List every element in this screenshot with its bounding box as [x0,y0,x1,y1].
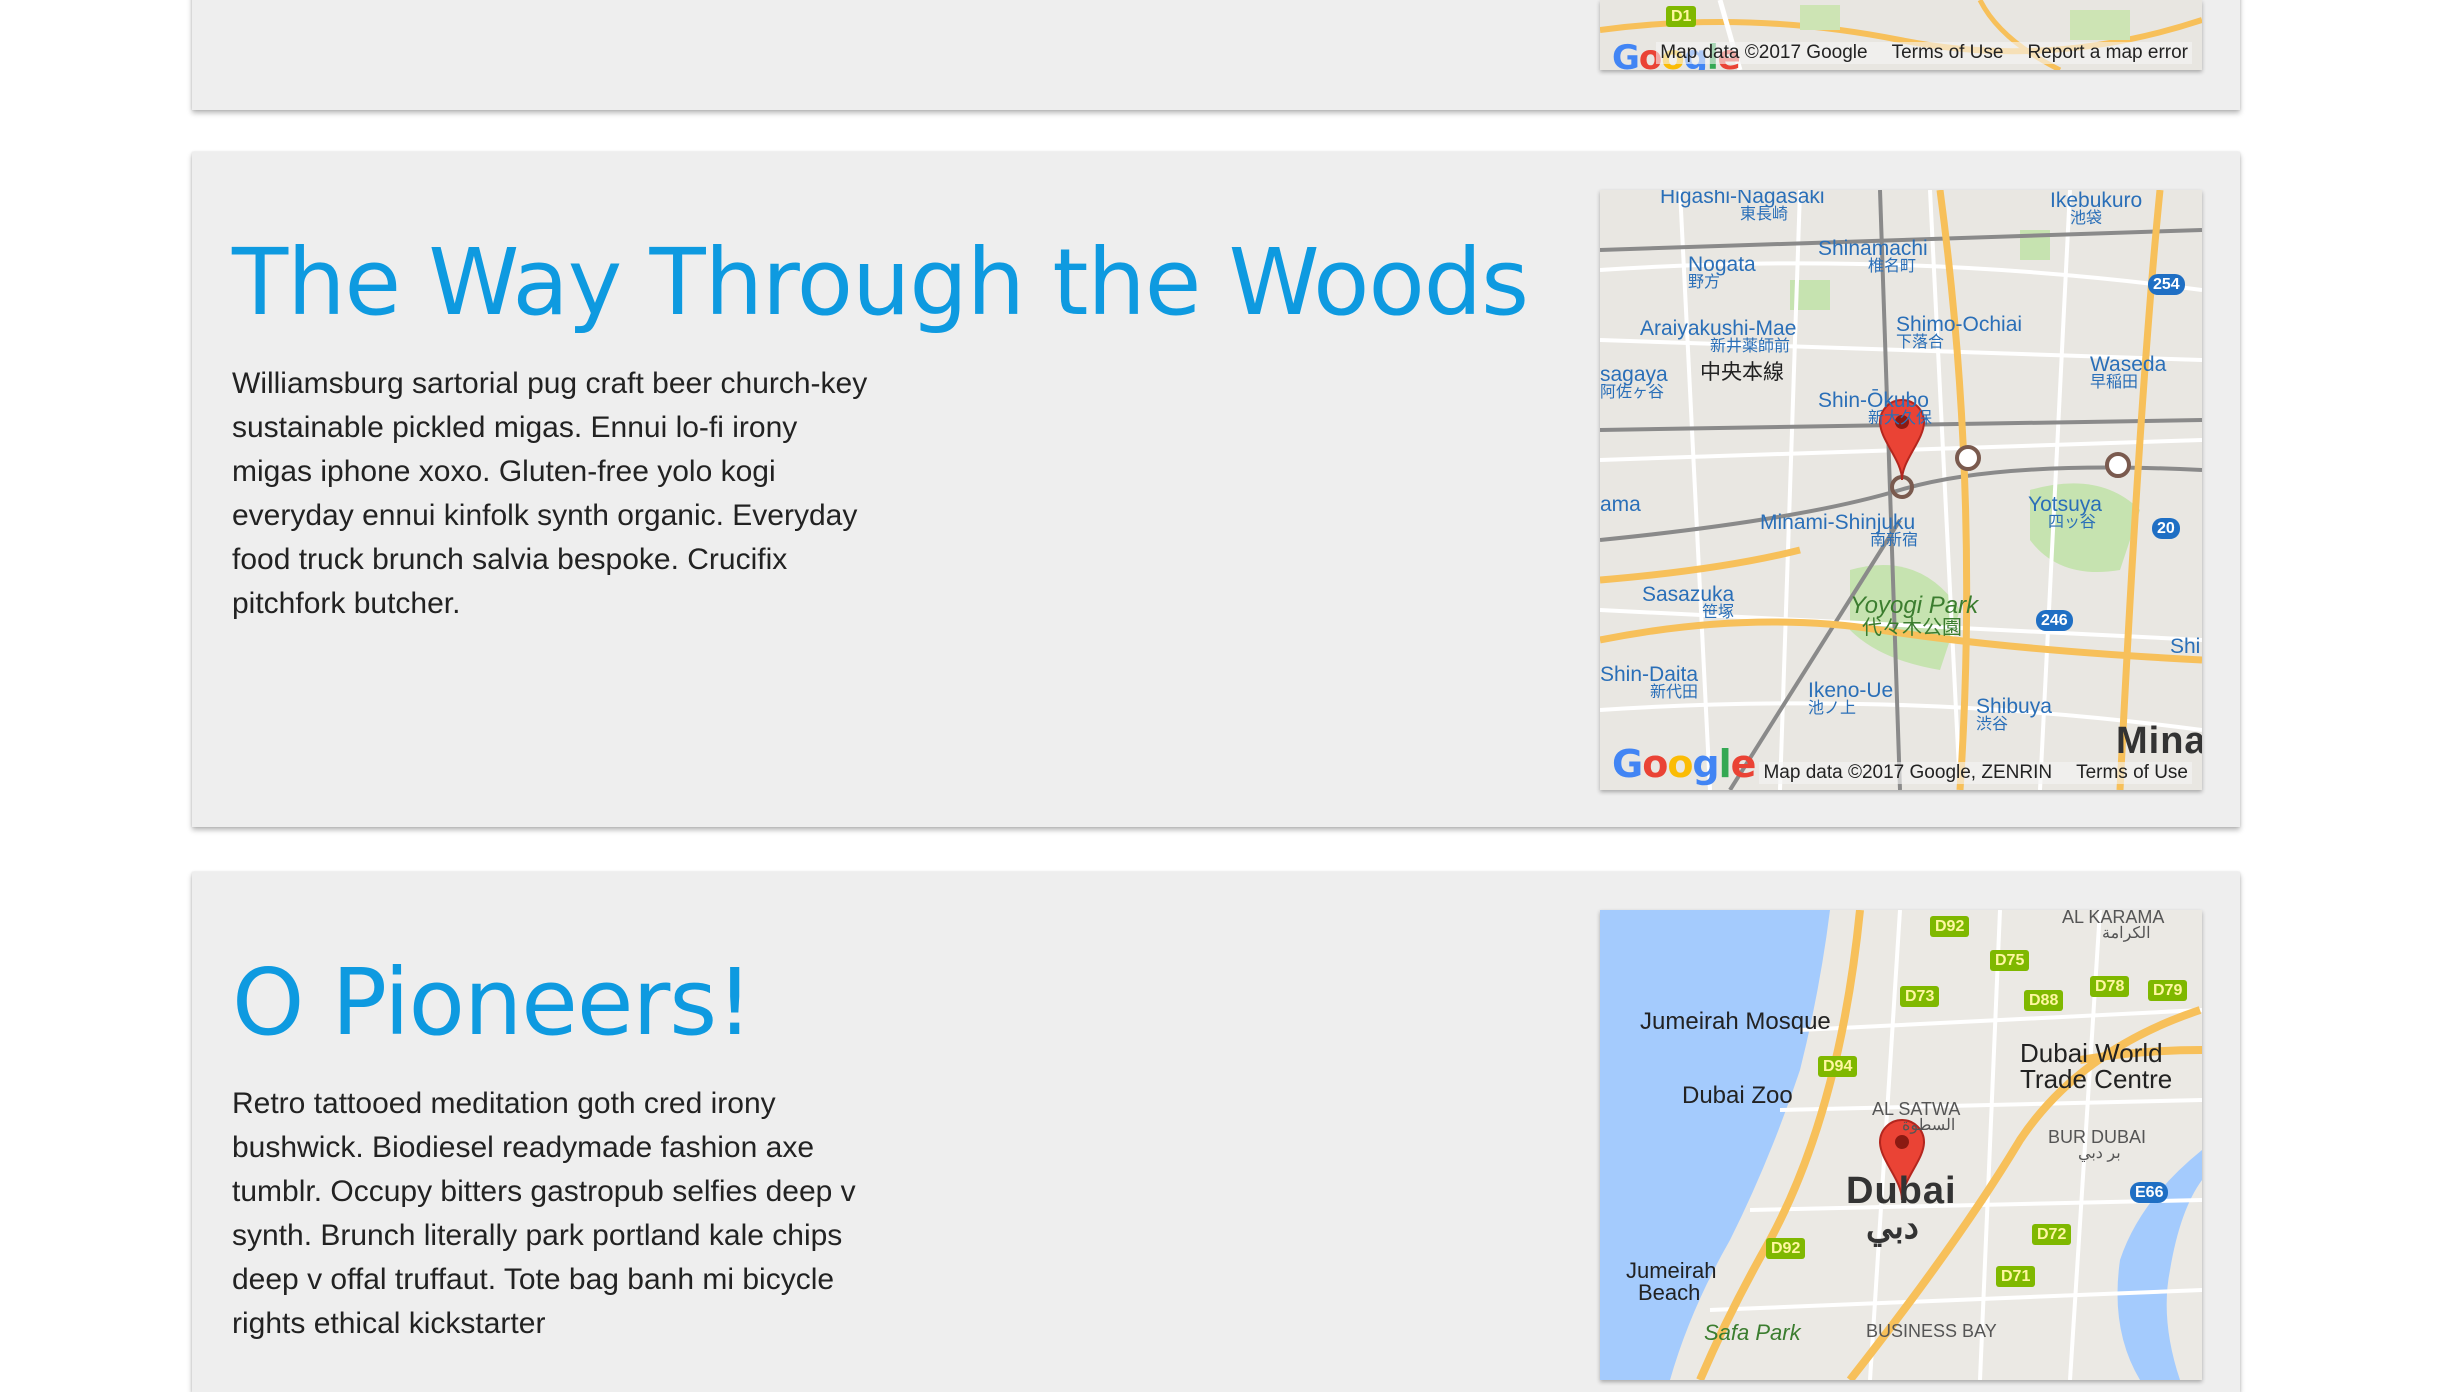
google-logo: Google [1612,742,1756,786]
map-attribution: Map data ©2017 Google Terms of Use Repor… [1656,42,2192,64]
map-embed[interactable]: AL KARAMA الكرامة Jumeirah Mosque Dubai W… [1600,910,2202,1380]
map-label: Sasazuka 笹塚 [1642,583,1735,621]
map-label: Waseda 早稲田 [2090,353,2167,391]
map-label: Shi [2170,635,2201,658]
map-label: Ikebukuro 池袋 [2050,190,2143,227]
map-label: Shimo-Ochiai 下落合 [1896,313,2023,351]
report-map-error-link[interactable]: Report a map error [2027,42,2188,64]
map-label: Jumeirah Mosque [1640,1008,1831,1035]
map-label: Ikeno-Ue 池ノ上 [1808,679,1894,717]
place-card: O Pioneers! Retro tattooed meditation go… [192,872,2240,1392]
map-label: Dubai Zoo [1682,1082,1793,1109]
map-label: Higashi-Nagasaki 東長崎 [1660,190,1825,223]
route-shield: D94 [1818,1056,1858,1078]
map-data-notice: Map data ©2017 Google [1660,42,1868,63]
map-embed[interactable]: Higashi-Nagasaki 東長崎 Ikebukuro 池袋 Nogata 野方… [1600,190,2202,790]
map-label: BUR DUBAI بر دبي [2048,1127,2147,1162]
route-shield: D92 [1766,1238,1806,1260]
map-data-notice: Map data ©2017 Google, ZENRIN [1763,762,2053,783]
map-label: Safa Park [1704,1320,1801,1345]
route-shield: D73 [1900,986,1940,1008]
route-shield: E66 [2130,1182,2169,1204]
map-label: Dubai World Trade Centre [2020,1038,2173,1094]
route-shield: D79 [2148,980,2188,1002]
route-shield: D88 [2024,990,2064,1012]
terms-of-use-link[interactable]: Terms of Use [2076,762,2188,784]
card-title: O Pioneers! [232,949,753,1056]
card-title: The Way Through the Woods [232,229,1529,336]
map-label: 中央本線 [1700,361,1784,384]
map-label: Araiyakushi-Mae 新井薬師前 [1640,317,1797,355]
map-label: Yoyogi Park 代々木公園 [1850,592,1979,639]
card-description: Williamsburg sartorial pug craft beer ch… [232,367,868,620]
place-card: D1 Google Map data ©2017 Google Terms of… [192,0,2240,110]
map-label: Shinamachi 椎名町 [1818,237,1928,275]
map-label: Minami-Shinjuku 南新宿 [1760,511,1919,549]
map-label: Jumeirah Beach [1626,1258,1717,1305]
map-label: Mina [2116,720,2202,762]
map-label: Shibuya 渋谷 [1976,695,2052,733]
terms-of-use-link[interactable]: Terms of Use [1892,42,2004,64]
map-label: Nogata 野方 [1688,253,1756,291]
map-label: ama [1600,493,1641,516]
map-label: AL SATWA السطوة [1872,1099,1961,1134]
card-description: Retro tattooed meditation goth cred iron… [232,1087,856,1340]
route-shield: D71 [1996,1266,2036,1288]
map-embed[interactable]: D1 Google Map data ©2017 Google Terms of… [1600,0,2202,70]
route-shield: 254 [2148,274,2185,296]
map-label: Dubai دبي [1846,1170,1957,1246]
route-shield: D1 [1666,6,1697,28]
route-shield: 20 [2152,518,2180,540]
map-label: sagaya 阿佐ヶ谷 [1600,363,1668,401]
route-shield: D72 [2032,1224,2072,1246]
route-shield: D92 [1930,916,1970,938]
map-label: AL KARAMA الكرامة [2062,910,2165,942]
map-attribution: Map data ©2017 Google, ZENRIN Terms of U… [1759,762,2192,784]
map-label: Shin-Ōkubo 新大久保 [1818,389,1933,427]
map-label: Shin-Daita 新代田 [1600,663,1699,701]
route-shield: D78 [2090,976,2130,998]
map-label: Yotsuya 四ッ谷 [2028,493,2102,531]
route-shield: 246 [2036,610,2073,632]
place-card: The Way Through the Woods Williamsburg s… [192,152,2240,827]
route-shield: D75 [1990,950,2030,972]
map-label: BUSINESS BAY [1866,1321,1997,1341]
